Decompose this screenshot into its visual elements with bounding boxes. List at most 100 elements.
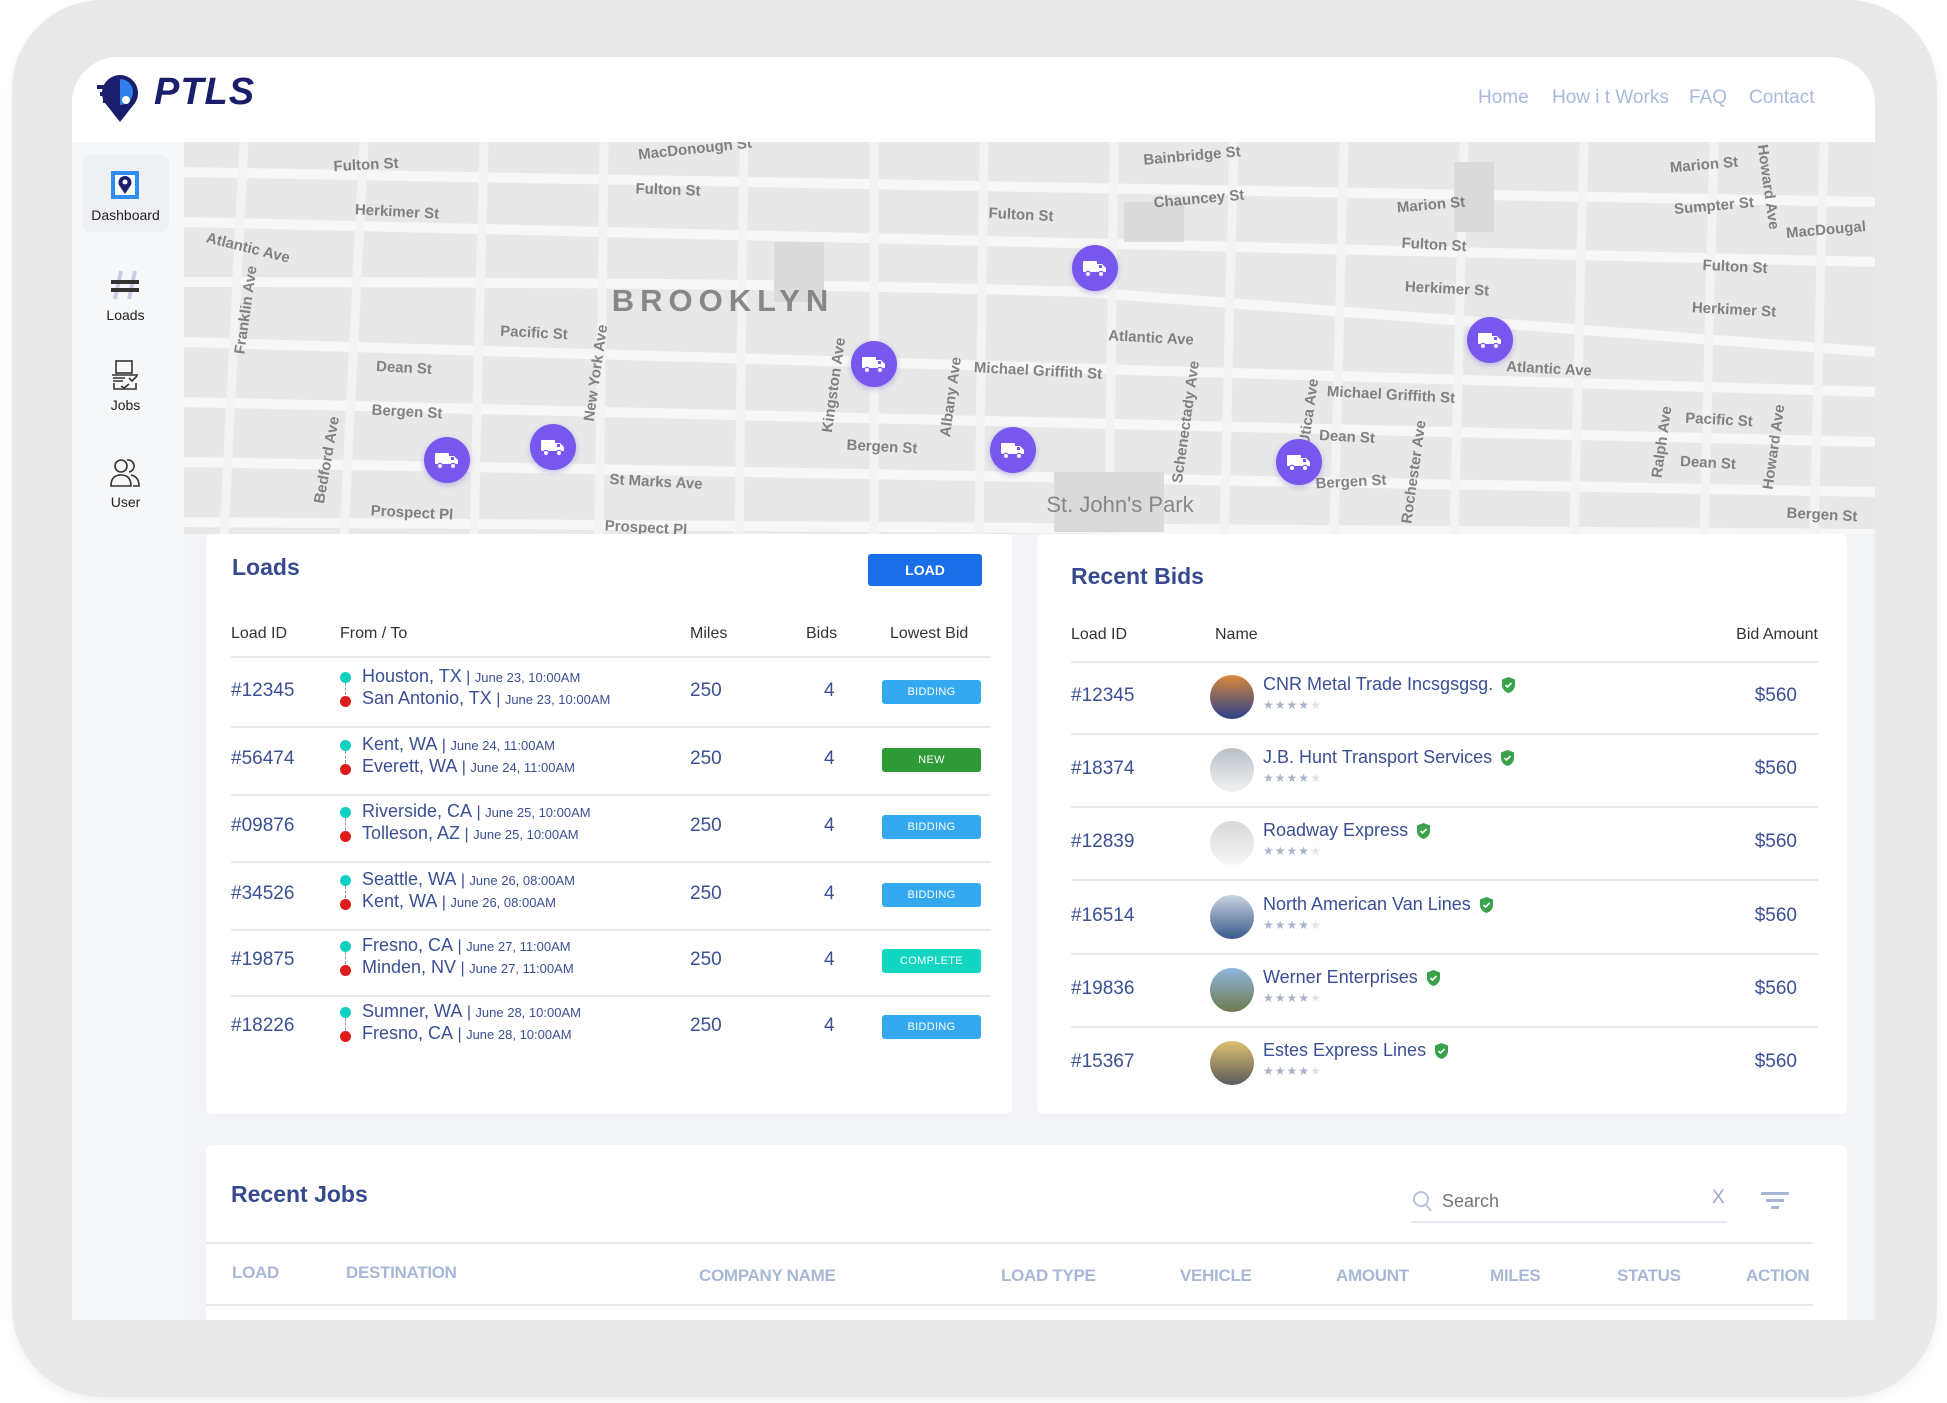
star-icon: ★ — [1286, 991, 1299, 1005]
jobs-col-destination[interactable]: DESTINATION — [346, 1263, 457, 1283]
star-icon: ★ — [1263, 991, 1275, 1005]
verified-shield-icon — [1417, 822, 1431, 839]
jobs-col-miles[interactable]: MILES — [1490, 1266, 1541, 1286]
route-connector — [345, 818, 346, 830]
map-street-label: Dean St — [1318, 427, 1376, 447]
destination-date: June 24, 11:00AM — [470, 760, 575, 775]
truck-marker[interactable] — [990, 427, 1036, 473]
truck-icon — [1083, 261, 1106, 278]
origin-date: June 23, 10:00AM — [474, 670, 581, 685]
company-name[interactable]: Werner Enterprises — [1263, 967, 1441, 988]
add-load-button[interactable]: LOAD — [868, 554, 982, 586]
load-id[interactable]: #12345 — [1071, 685, 1134, 707]
sidebar-item-user[interactable]: User — [82, 442, 169, 519]
truck-marker[interactable] — [851, 341, 897, 387]
bid-amount: $560 — [1754, 1051, 1797, 1072]
recent-jobs-title: Recent Jobs — [231, 1181, 368, 1207]
filter-icon[interactable] — [1761, 1191, 1789, 1211]
jobs-col-status[interactable]: STATUS — [1617, 1266, 1681, 1286]
verified-shield-icon — [1501, 749, 1515, 766]
company-name[interactable]: CNR Metal Trade Incsgsgsg. — [1263, 674, 1516, 695]
bids-count: 4 — [824, 883, 835, 904]
load-id[interactable]: #15367 — [1071, 1051, 1134, 1073]
rating-stars: ★★★★★ — [1263, 1064, 1322, 1078]
load-id[interactable]: #12839 — [1071, 831, 1134, 853]
nav-home[interactable]: Home — [1478, 87, 1529, 109]
truck-marker[interactable] — [1467, 317, 1513, 363]
users-icon — [110, 459, 140, 487]
route-destination: San Antonio, TX | June 23, 10:00AM — [362, 688, 611, 708]
star-icon: ★ — [1274, 1064, 1287, 1078]
status-badge: BIDDING — [882, 1015, 981, 1039]
jobs-col-action[interactable]: ACTION — [1746, 1266, 1810, 1286]
miles: 250 — [690, 1015, 722, 1036]
jobs-col-load[interactable]: LOAD — [232, 1263, 279, 1283]
company-name[interactable]: North American Van Lines — [1263, 894, 1494, 915]
divider — [1071, 953, 1818, 955]
load-id[interactable]: #19836 — [1071, 978, 1134, 1000]
map-view[interactable]: Fulton St MacDonough St Fulton St Herkimer … — [184, 142, 1875, 534]
company-avatar — [1210, 821, 1254, 865]
destination-date: June 28, 10:00AM — [466, 1027, 572, 1042]
status-badge: COMPLETE — [882, 949, 981, 973]
route-connector — [345, 683, 346, 695]
miles: 250 — [690, 680, 722, 701]
clear-search-button[interactable]: X — [1712, 1187, 1725, 1209]
origin-city: Sumner, WA — [362, 1001, 463, 1021]
miles: 250 — [690, 815, 722, 836]
jobs-col-vehicle[interactable]: VEHICLE — [1180, 1266, 1252, 1286]
origin-date: June 24, 11:00AM — [450, 738, 555, 753]
star-icon: ★ — [1310, 991, 1322, 1005]
verified-shield-icon — [1479, 896, 1493, 913]
sidebar-item-dashboard[interactable]: Dashboard — [82, 155, 169, 232]
star-icon: ★ — [1263, 844, 1275, 858]
load-id[interactable]: #09876 — [231, 815, 294, 837]
load-id[interactable]: #16514 — [1071, 905, 1134, 927]
truck-marker[interactable] — [530, 424, 576, 470]
sidebar-item-label: Jobs — [110, 397, 141, 413]
truck-marker[interactable] — [1072, 245, 1118, 291]
load-id[interactable]: #19875 — [231, 949, 294, 971]
sidebar: Dashboard Loads Jobs User — [72, 142, 184, 1320]
company-name[interactable]: J.B. Hunt Transport Services — [1263, 747, 1515, 768]
jobs-col-load-type[interactable]: LOAD TYPE — [1001, 1266, 1096, 1286]
nav-faq[interactable]: FAQ — [1689, 87, 1727, 109]
origin-dot — [340, 807, 351, 818]
sidebar-item-loads[interactable]: Loads — [82, 255, 169, 332]
ptls-logo-icon — [97, 75, 138, 122]
origin-date: June 27, 11:00AM — [466, 939, 571, 954]
load-id[interactable]: #18226 — [231, 1015, 294, 1037]
truck-marker[interactable] — [1276, 439, 1322, 485]
jobs-search-input[interactable] — [1442, 1187, 1702, 1215]
jobs-col-amount[interactable]: AMOUNT — [1336, 1266, 1409, 1286]
company-name[interactable]: Estes Express Lines — [1263, 1040, 1449, 1061]
star-icon: ★ — [1286, 918, 1299, 932]
road-icon — [111, 270, 139, 300]
destination-city: Everett, WA — [362, 756, 458, 776]
load-id[interactable]: #56474 — [231, 748, 294, 770]
load-id[interactable]: #34526 — [231, 883, 294, 905]
load-id[interactable]: #18374 — [1071, 758, 1134, 780]
destination-city: San Antonio, TX — [362, 688, 492, 708]
star-icon: ★ — [1274, 918, 1287, 932]
star-icon: ★ — [1263, 918, 1275, 932]
col-from-to: From / To — [340, 625, 408, 642]
origin-city: Riverside, CA — [362, 801, 473, 821]
company-name[interactable]: Roadway Express — [1263, 820, 1431, 841]
nav-how-it-works[interactable]: How i t Works — [1552, 87, 1669, 109]
star-icon: ★ — [1286, 1064, 1299, 1078]
destination-city: Kent, WA — [362, 891, 438, 911]
jobs-col-company-name[interactable]: COMPANY NAME — [699, 1266, 836, 1286]
bids-count: 4 — [824, 680, 835, 701]
destination-dot — [340, 965, 351, 976]
truck-marker[interactable] — [424, 437, 470, 483]
sidebar-item-label: User — [110, 494, 141, 510]
load-id[interactable]: #12345 — [231, 680, 294, 702]
sidebar-item-jobs[interactable]: Jobs — [82, 345, 169, 422]
nav-contact[interactable]: Contact — [1749, 87, 1814, 109]
bids-count: 4 — [824, 1015, 835, 1036]
verified-shield-icon — [1435, 1042, 1449, 1059]
map-street-label: Dean St — [1679, 453, 1737, 473]
col-miles: Miles — [690, 625, 728, 642]
search-icon — [1413, 1191, 1432, 1212]
